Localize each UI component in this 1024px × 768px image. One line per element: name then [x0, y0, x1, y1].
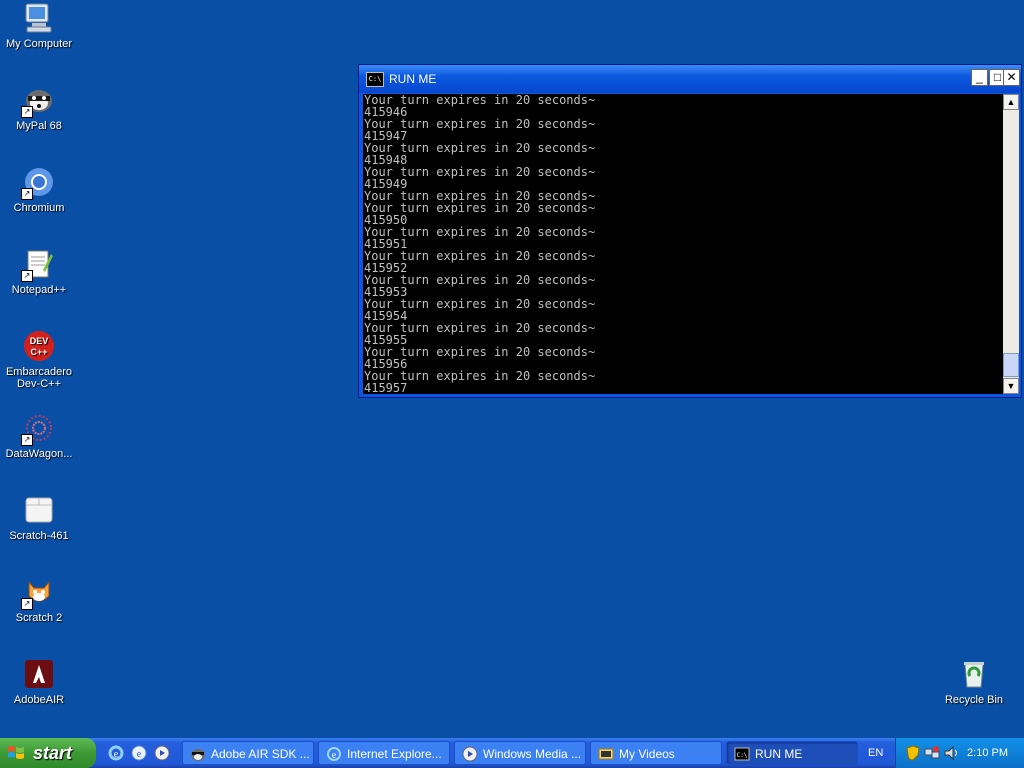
network-icon[interactable] — [924, 745, 940, 761]
vertical-scrollbar[interactable]: ▲ ▼ — [1003, 94, 1019, 394]
svg-text:C:\: C:\ — [737, 752, 748, 759]
taskbar-item-run-me[interactable]: C:\ RUN ME — [726, 741, 858, 765]
scroll-thumb[interactable] — [1003, 353, 1019, 377]
console-line: 415957 — [364, 381, 408, 394]
recycle-bin-icon — [958, 658, 990, 690]
svg-text:e: e — [114, 749, 119, 760]
devcpp-icon: DEV C++ — [23, 330, 55, 362]
desktop-icon-label-line2: Dev-C++ — [16, 378, 62, 390]
raccoon-icon — [191, 749, 205, 761]
desktop-icon-recycle-bin[interactable]: Recycle Bin — [935, 658, 1013, 706]
window-titlebar[interactable]: C:\ RUN ME _ □ ✕ — [359, 65, 1021, 93]
console-line: Your turn expires in 20 seconds~ — [364, 369, 596, 383]
shortcut-arrow-icon: ↗ — [21, 598, 33, 610]
desktop-icon-datawagon[interactable]: ↗ DataWagon... — [0, 412, 78, 460]
datawagon-icon: ↗ — [21, 412, 55, 446]
console-line: Your turn expires in 20 seconds~ — [364, 225, 596, 239]
taskbar-item-internet-explorer[interactable]: e Internet Explore... — [318, 741, 450, 765]
cmd-icon: C:\ — [366, 72, 384, 87]
taskbar-item-label: RUN ME — [755, 747, 803, 761]
console-line: Your turn expires in 20 seconds~ — [364, 273, 596, 287]
window-title: RUN ME — [389, 72, 437, 86]
cmd-icon: C:\ — [734, 747, 750, 761]
desktop-icon-label-line1: Embarcadero — [5, 366, 73, 378]
quicklaunch-media-icon[interactable] — [154, 745, 170, 761]
console-line: Your turn expires in 20 seconds~ — [364, 141, 596, 155]
quicklaunch-browser-icon[interactable]: e — [131, 745, 147, 761]
taskbar-item-my-videos[interactable]: My Videos — [590, 741, 722, 765]
console-line: Your turn expires in 20 seconds~ — [364, 117, 596, 131]
system-tray: 2:10 PM — [895, 738, 1024, 768]
mypal-raccoon-icon: ↗ — [21, 84, 55, 118]
console-line: Your turn expires in 20 seconds~ — [364, 201, 596, 215]
taskbar-item-label: My Videos — [619, 747, 675, 761]
svg-text:C++: C++ — [30, 347, 47, 357]
svg-text:DEV: DEV — [30, 336, 49, 346]
console-line: Your turn expires in 20 seconds~ — [364, 94, 596, 107]
console-line: Your turn expires in 20 seconds~ — [364, 345, 596, 359]
internet-explorer-icon: e — [327, 747, 341, 761]
taskbar: start e e Adobe AIR SDK ... e Internet E… — [0, 738, 1024, 768]
start-label: start — [33, 743, 73, 763]
svg-text:e: e — [332, 750, 337, 761]
shortcut-arrow-icon: ↗ — [21, 188, 33, 200]
desktop-icon-chromium[interactable]: ↗ Chromium — [0, 166, 78, 214]
minimize-button[interactable]: _ — [971, 69, 988, 86]
console-line: Your turn expires in 20 seconds~ — [364, 321, 596, 335]
taskbar-item-label: Adobe AIR SDK ... — [211, 747, 310, 761]
notepadpp-icon: ↗ — [21, 248, 55, 282]
shortcut-arrow-icon: ↗ — [21, 270, 33, 282]
shortcut-arrow-icon: ↗ — [21, 434, 33, 446]
console-window[interactable]: C:\ RUN ME _ □ ✕ Your turn expires in 20… — [358, 64, 1022, 398]
video-folder-icon — [598, 748, 614, 760]
desktop-icon-label: Recycle Bin — [944, 694, 1004, 706]
desktop-icon-scratch-2[interactable]: ↗ Scratch 2 — [0, 576, 78, 624]
desktop-icon-label: AdobeAIR — [13, 694, 65, 706]
shortcut-arrow-icon: ↗ — [21, 106, 33, 118]
desktop-icon-label: MyPal 68 — [16, 120, 62, 132]
quicklaunch-ie-icon[interactable]: e — [108, 745, 124, 761]
console-line: Your turn expires in 20 seconds~ — [364, 165, 596, 179]
windows-media-player-icon — [462, 746, 478, 762]
start-button[interactable]: start — [0, 738, 96, 768]
language-indicator[interactable]: EN — [868, 738, 883, 768]
console-output[interactable]: Your turn expires in 20 seconds~ 415946 Yo… — [363, 94, 1004, 394]
taskbar-item-label: Internet Explore... — [347, 747, 442, 761]
desktop-icon-label: My Computer — [5, 38, 73, 50]
scroll-down-button[interactable]: ▼ — [1003, 378, 1019, 394]
desktop-icon-label: Scratch-461 — [9, 530, 69, 542]
taskbar-item-windows-media[interactable]: Windows Media ... — [454, 741, 586, 765]
taskbar-item-adobe-air-sdk[interactable]: Adobe AIR SDK ... — [182, 741, 314, 765]
volume-icon[interactable] — [943, 745, 959, 761]
taskbar-item-label: Windows Media ... — [483, 747, 582, 761]
adobe-air-icon — [23, 658, 55, 690]
chromium-icon: ↗ — [21, 166, 55, 200]
desktop-icon-label: Chromium — [13, 202, 65, 214]
box-icon — [23, 494, 55, 526]
desktop-icon-label: Notepad++ — [11, 284, 67, 296]
close-button[interactable]: ✕ — [1003, 69, 1020, 86]
desktop-icon-label: Scratch 2 — [15, 612, 63, 624]
desktop-icon-scratch-461[interactable]: Scratch-461 — [0, 494, 78, 542]
console-line: Your turn expires in 20 seconds~ — [364, 249, 596, 263]
scroll-up-button[interactable]: ▲ — [1003, 94, 1019, 110]
desktop-icon-devcpp[interactable]: DEV C++ Embarcadero Dev-C++ — [0, 330, 78, 390]
scratch-cat-icon: ↗ — [21, 576, 55, 610]
console-line: Your turn expires in 20 seconds~ — [364, 297, 596, 311]
desktop-icon-notepadpp[interactable]: ↗ Notepad++ — [0, 248, 78, 296]
my-computer-icon — [23, 2, 55, 34]
security-shield-icon[interactable] — [905, 745, 921, 761]
desktop-icon-my-computer[interactable]: My Computer — [0, 2, 78, 50]
windows-flag-icon — [8, 746, 24, 759]
svg-text:e: e — [137, 749, 142, 760]
desktop-icon-label: DataWagon... — [5, 448, 73, 460]
desktop-icon-mypal[interactable]: ↗ MyPal 68 — [0, 84, 78, 132]
clock[interactable]: 2:10 PM — [967, 738, 1008, 768]
desktop-icon-adobeair[interactable]: AdobeAIR — [0, 658, 78, 706]
